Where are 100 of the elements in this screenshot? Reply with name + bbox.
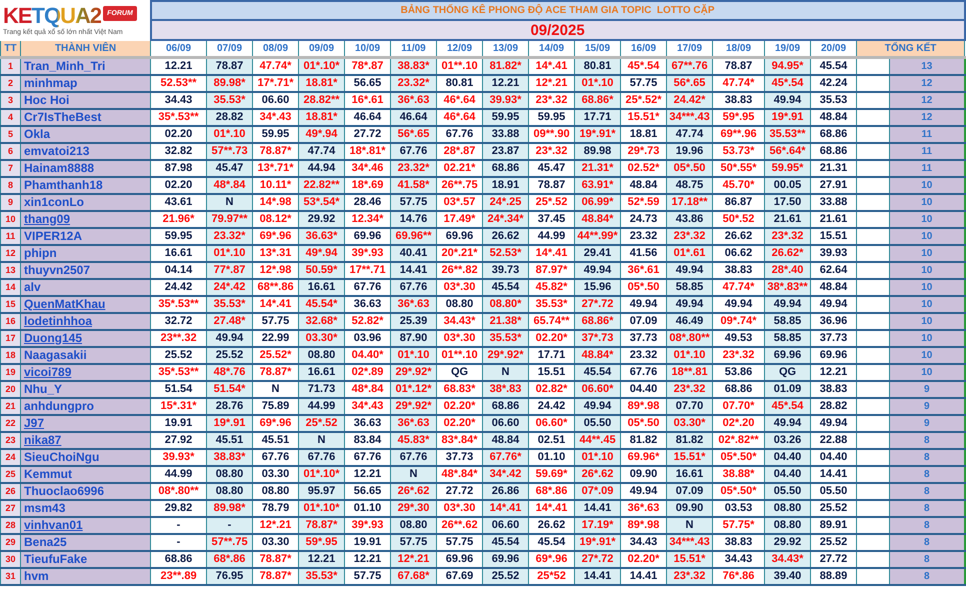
total-cell: 10 [890,177,965,194]
result-cell: 08*.80** [666,330,713,347]
result-cell: 23*.32 [764,228,811,245]
result-cell: 08.12* [252,211,299,228]
result-cell: 19*.91* [574,126,621,143]
result-cell: 06.60 [482,415,529,432]
result-cell: 18**.81 [666,364,713,381]
result-cell: 39.93* [482,92,529,109]
result-cell: 43.86 [666,211,713,228]
result-cell: 12.21 [344,466,391,483]
result-cell: 29.92 [764,534,811,551]
result-cell: 38*.83** [764,279,811,296]
result-cell: 69**.96 [712,126,765,143]
member-link[interactable]: J97 [24,416,44,430]
result-cell: 23.32 [620,228,667,245]
rank-cell: 28 [0,517,20,534]
member-link[interactable]: vinhvan01 [24,518,83,532]
result-cell: 04.40 [620,381,667,398]
result-cell: 22.82** [298,177,345,194]
result-cell: 45*.54 [764,398,811,415]
result-cell: 04.14 [150,262,207,279]
result-cell: 18.81 [620,126,667,143]
member-link[interactable]: nika87 [24,433,62,446]
result-cell: 78.87* [252,568,299,585]
member-name: Tran_Minh_Tri [24,58,106,72]
result-cell: 23**.32 [150,330,207,347]
result-cell: 48*.76 [206,364,253,381]
result-cell: 02.21* [436,160,483,177]
result-cell: 62.64 [810,262,857,279]
result-cell: 10.11* [252,177,299,194]
result-cell: 15.51 [810,228,857,245]
total-cell: 10 [890,330,965,347]
result-cell: 16.61 [666,466,713,483]
rank-cell: 16 [0,313,20,330]
result-cell: 23*.32 [666,381,713,398]
result-cell: 76*.86 [712,568,765,585]
rank-cell: 27 [0,500,20,517]
result-cell: 49.94 [574,398,621,415]
result-cell: 24.42 [528,398,575,415]
result-cell: 24.42 [150,279,207,296]
result-cell: 67.76* [482,449,529,466]
result-cell: 34*.46 [344,160,391,177]
result-cell: 15.51* [666,551,713,568]
result-cell: 67.68* [390,568,437,585]
result-cell: 71.73 [298,381,345,398]
result-cell: 35.53* [206,296,253,313]
member-link[interactable]: QuenMatKhau [24,297,106,310]
result-cell: 09*.74* [712,313,765,330]
result-cell: 83.84 [344,432,391,449]
result-cell: 67.69 [436,568,483,585]
result-cell: 05.50 [574,415,621,432]
total-cell: 8 [890,534,965,551]
total-cell: 12 [890,92,965,109]
result-cell: N [482,364,529,381]
result-cell: 48.84 [810,109,857,126]
result-cell: 35.53* [528,296,575,313]
result-cell: 26**.82 [436,262,483,279]
result-cell: 69.96 [436,228,483,245]
result-cell: 14.41 [390,262,437,279]
result-cell: 15.51* [666,449,713,466]
member-link[interactable]: vicoi789 [24,365,72,378]
result-cell: 39*.93 [344,517,391,534]
result-cell: 76.95 [206,568,253,585]
result-cell: 23.87 [482,143,529,160]
result-cell: 27*.72 [574,296,621,313]
rank-cell: 6 [0,143,20,160]
result-cell: 01.09 [764,381,811,398]
result-cell: 50.59* [298,262,345,279]
result-cell: 26**.75 [436,177,483,194]
result-cell: 36*.63 [390,92,437,109]
result-cell: 00.05 [764,177,811,194]
result-cell: 86.87 [712,194,765,211]
result-cell: 16.61 [298,279,345,296]
result-cell: 14.41 [620,568,667,585]
result-cell: 03.30* [666,415,713,432]
month-label: 09/2025 [530,22,585,38]
member-link[interactable]: Duong145 [24,331,82,344]
column-header: 14/09 [528,40,575,58]
result-cell: 35.53* [206,92,253,109]
result-cell: 06.60* [574,381,621,398]
result-cell: 44.99 [150,466,207,483]
result-cell: 68.86 [712,381,765,398]
result-cell: 19.96 [666,143,713,160]
result-cell: 67.76 [620,364,667,381]
result-cell: 78.87* [252,551,299,568]
result-cell: 23.32* [390,160,437,177]
column-header: 08/09 [252,40,299,58]
member-link[interactable]: lodetinhhoa [24,314,92,328]
result-cell: 67.76 [344,279,391,296]
member-name: Bena25 [24,535,67,548]
member-name: emvatoi213 [24,144,90,158]
result-cell: 04.40 [764,449,811,466]
result-cell: 03*.57 [436,194,483,211]
result-cell: 79.97** [206,211,253,228]
result-cell: 49.94 [712,296,765,313]
result-cell: 03.30 [252,466,299,483]
member-name: phipn [24,246,57,260]
result-cell: 69*.96 [252,415,299,432]
member-link[interactable]: thang09 [24,212,70,226]
result-cell: 48.84 [482,432,529,449]
